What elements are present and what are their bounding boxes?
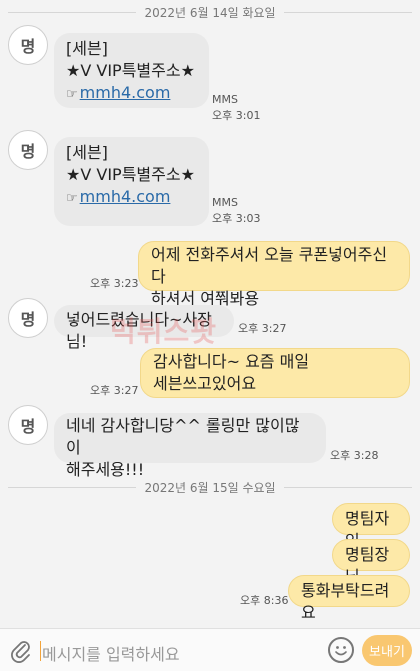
emoji-icon[interactable]: [328, 637, 354, 663]
message-line: 세븐쓰고있어요: [153, 374, 257, 393]
message-line: [세븐]: [66, 39, 108, 58]
message-time: 오후 8:36: [240, 594, 289, 607]
message-type: MMS: [212, 196, 238, 209]
message-bubble-outgoing[interactable]: 명팀자인: [332, 503, 410, 550]
message-line: [세븐]: [66, 143, 108, 162]
message-line: 네네 감사합니당^^ 롤링만 많이많이: [66, 416, 300, 457]
date-divider: 2022년 6월 14일 화요일: [8, 5, 413, 20]
message-bubble-incoming[interactable]: [세븐] ★V VIP특별주소★ ☞ mmh4.com: [54, 33, 209, 108]
avatar[interactable]: 명: [8, 405, 48, 445]
text-cursor: [40, 641, 41, 661]
send-button[interactable]: 보내기: [362, 635, 412, 666]
hand-pointing-icon: ☞: [66, 191, 78, 206]
message-bubble-outgoing[interactable]: 어제 전화주셔서 오늘 쿠폰넣어주신다 하셔서 여쭤봐용: [138, 241, 410, 308]
message-type: MMS: [212, 93, 238, 106]
message-time: 오후 3:27: [238, 322, 287, 335]
message-line: 감사합니다~ 요즘 매일: [153, 352, 310, 371]
avatar[interactable]: 명: [8, 25, 48, 65]
message-time: 오후 3:01: [212, 109, 261, 122]
paperclip-icon[interactable]: [10, 639, 32, 663]
message-bubble-incoming[interactable]: 네네 감사합니당^^ 롤링만 많이많이 해주세용!!!: [54, 413, 326, 479]
message-line: 통화부탁드려요: [301, 581, 390, 622]
message-time: 오후 3:28: [330, 449, 379, 462]
message-bubble-outgoing[interactable]: 통화부탁드려요: [288, 575, 410, 622]
message-line: ★V VIP특별주소★: [66, 165, 195, 184]
hand-pointing-icon: ☞: [66, 87, 78, 102]
message-link[interactable]: mmh4.com: [80, 187, 171, 206]
avatar[interactable]: 명: [8, 298, 48, 338]
message-line: 어제 전화주셔서 오늘 쿠폰넣어주신다: [151, 245, 388, 286]
message-link[interactable]: mmh4.com: [80, 83, 171, 102]
message-time: 오후 3:03: [212, 212, 261, 225]
message-time: 오후 3:27: [90, 384, 139, 397]
date-divider: 2022년 6월 15일 수요일: [8, 480, 413, 495]
message-bubble-outgoing[interactable]: 감사합니다~ 요즘 매일 세븐쓰고있어요: [140, 348, 410, 398]
date-label: 2022년 6월 15일 수요일: [144, 480, 276, 495]
message-input-bar: 메시지를 입력하세요 보내기: [0, 628, 420, 671]
watermark: 먹튀스팟: [110, 315, 218, 348]
message-line: ★V VIP특별주소★: [66, 61, 195, 80]
date-label: 2022년 6월 14일 화요일: [144, 5, 276, 20]
message-input[interactable]: 메시지를 입력하세요: [42, 641, 180, 665]
message-time: 오후 3:23: [90, 277, 139, 290]
avatar[interactable]: 명: [8, 130, 48, 170]
message-bubble-incoming[interactable]: [세븐] ★V VIP특별주소★ ☞ mmh4.com: [54, 137, 209, 226]
message-bubble-outgoing[interactable]: 명팀장님: [332, 539, 410, 586]
